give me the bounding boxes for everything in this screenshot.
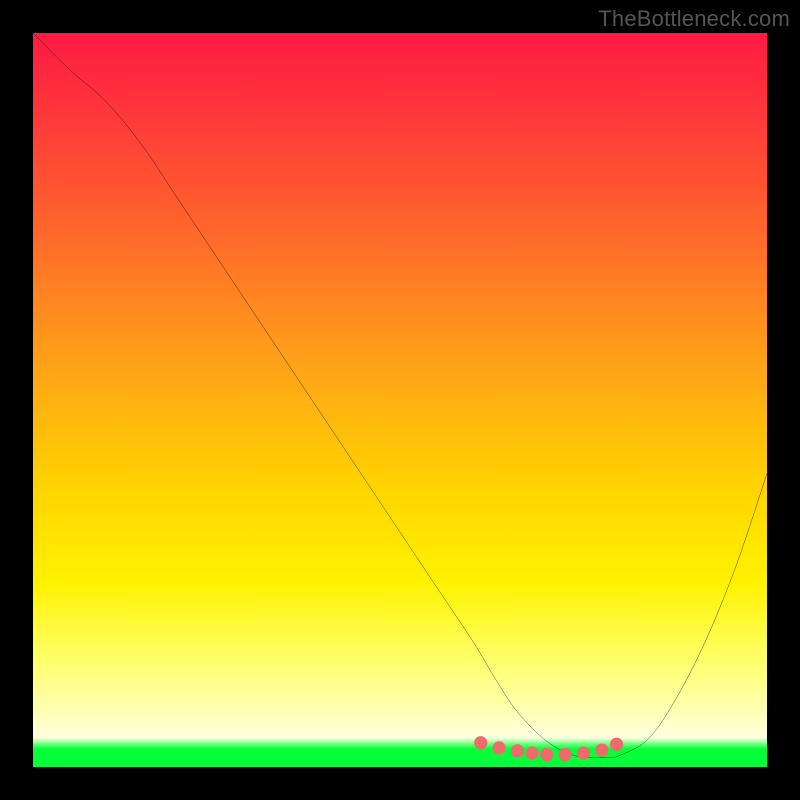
highlight-dot bbox=[526, 746, 539, 759]
highlight-dots-group bbox=[474, 736, 623, 761]
highlight-dot bbox=[511, 744, 524, 757]
highlight-dot bbox=[595, 744, 608, 757]
highlight-dot bbox=[492, 741, 505, 754]
highlight-dot bbox=[540, 748, 553, 761]
chart-frame: TheBottleneck.com bbox=[0, 0, 800, 800]
highlight-dot bbox=[474, 736, 487, 749]
chart-svg bbox=[33, 33, 767, 767]
highlight-dot bbox=[559, 748, 572, 761]
watermark-label: TheBottleneck.com bbox=[598, 6, 790, 32]
highlight-dot bbox=[610, 738, 623, 751]
highlight-dot bbox=[577, 746, 590, 759]
curve-path bbox=[33, 33, 767, 758]
